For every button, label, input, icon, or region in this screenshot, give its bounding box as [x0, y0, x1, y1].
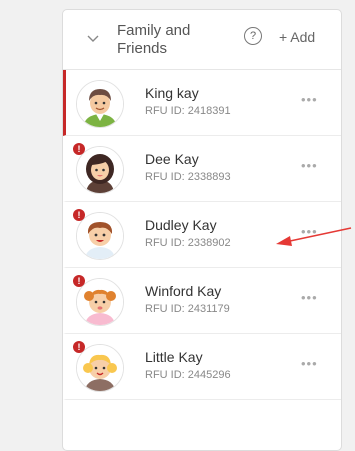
alert-icon: !	[73, 209, 85, 221]
member-name: Dudley Kay	[145, 217, 217, 233]
member-rfu-id: RFU ID: 2338902	[145, 237, 231, 249]
more-options-icon[interactable]: •••	[301, 92, 318, 107]
member-row-king-kay[interactable]: King kay RFU ID: 2418391 •••	[63, 70, 341, 136]
member-rfu-id: RFU ID: 2338893	[145, 171, 231, 183]
member-rfu-id: RFU ID: 2431179	[145, 303, 230, 315]
member-name: King kay	[145, 85, 199, 101]
panel-header: Family and Friends ? + Add	[63, 10, 341, 70]
family-friends-panel: Family and Friends ? + Add King kay RFU …	[62, 9, 342, 451]
member-row-winford-kay[interactable]: ! Winford Kay RFU ID: 2431179 •••	[63, 268, 341, 334]
member-name: Dee Kay	[145, 151, 199, 167]
alert-icon: !	[73, 275, 85, 287]
member-row-little-kay[interactable]: ! Little Kay RFU ID: 2445296 •••	[63, 334, 341, 400]
chevron-down-icon[interactable]	[85, 30, 101, 46]
member-rfu-id: RFU ID: 2445296	[145, 369, 231, 381]
more-options-icon[interactable]: •••	[301, 290, 318, 305]
more-options-icon[interactable]: •••	[301, 158, 318, 173]
member-name: Little Kay	[145, 349, 203, 365]
member-row-dudley-kay[interactable]: ! Dudley Kay RFU ID: 2338902 •••	[63, 202, 341, 268]
member-rfu-id: RFU ID: 2418391	[145, 105, 231, 117]
more-options-icon[interactable]: •••	[301, 224, 318, 239]
alert-icon: !	[73, 143, 85, 155]
add-button[interactable]: + Add	[279, 29, 315, 45]
alert-icon: !	[73, 341, 85, 353]
member-name: Winford Kay	[145, 283, 222, 299]
panel-title: Family and Friends	[117, 22, 191, 57]
avatar-man-icon	[76, 80, 124, 128]
help-icon[interactable]: ?	[244, 27, 262, 45]
more-options-icon[interactable]: •••	[301, 356, 318, 371]
member-row-dee-kay[interactable]: ! Dee Kay RFU ID: 2338893 •••	[63, 136, 341, 202]
